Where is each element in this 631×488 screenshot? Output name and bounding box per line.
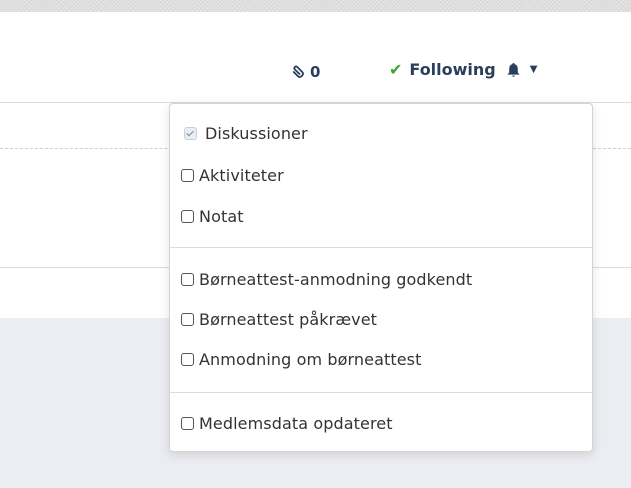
- check-icon: ✔: [389, 60, 403, 79]
- following-button[interactable]: ✔ Following ▼: [389, 60, 537, 79]
- top-stripe: [0, 0, 631, 12]
- checkbox[interactable]: [181, 312, 194, 326]
- option-medlemsdata-opdateret[interactable]: Medlemsdata opdateret: [181, 411, 393, 435]
- option-label: Anmodning om børneattest: [199, 349, 422, 369]
- header-bar: [0, 12, 631, 103]
- option-label: Aktiviteter: [199, 165, 284, 185]
- option-diskussioner[interactable]: Diskussioner: [181, 121, 308, 145]
- following-label: Following: [409, 60, 496, 79]
- notification-preferences-dropdown: Diskussioner Aktiviteter Notat Børneatte…: [169, 103, 593, 452]
- option-borneattest-anmodning-godkendt[interactable]: Børneattest-anmodning godkendt: [181, 267, 472, 291]
- checkbox[interactable]: [181, 168, 194, 182]
- option-aktiviteter[interactable]: Aktiviteter: [181, 163, 284, 187]
- option-notat[interactable]: Notat: [181, 204, 244, 228]
- bell-icon: [507, 62, 520, 77]
- attachments-counter[interactable]: 0: [291, 63, 320, 81]
- checkbox[interactable]: [181, 352, 194, 366]
- option-label: Børneattest påkrævet: [199, 309, 378, 329]
- option-borneattest-pakraevet[interactable]: Børneattest påkrævet: [181, 307, 377, 331]
- checkbox[interactable]: [181, 272, 194, 286]
- dropdown-divider: [170, 247, 592, 248]
- option-anmodning-om-borneattest[interactable]: Anmodning om børneattest: [181, 347, 421, 371]
- paperclip-icon: [292, 65, 304, 78]
- checkbox-checked[interactable]: [184, 126, 197, 140]
- attachments-count: 0: [310, 63, 321, 81]
- dropdown-divider: [170, 392, 592, 393]
- option-label: Notat: [199, 206, 244, 226]
- checkbox[interactable]: [181, 209, 194, 223]
- option-label: Diskussioner: [205, 123, 308, 143]
- option-label: Børneattest-anmodning godkendt: [199, 269, 473, 289]
- option-label: Medlemsdata opdateret: [199, 413, 393, 433]
- checkbox[interactable]: [181, 416, 194, 430]
- caret-down-icon[interactable]: ▼: [530, 64, 538, 75]
